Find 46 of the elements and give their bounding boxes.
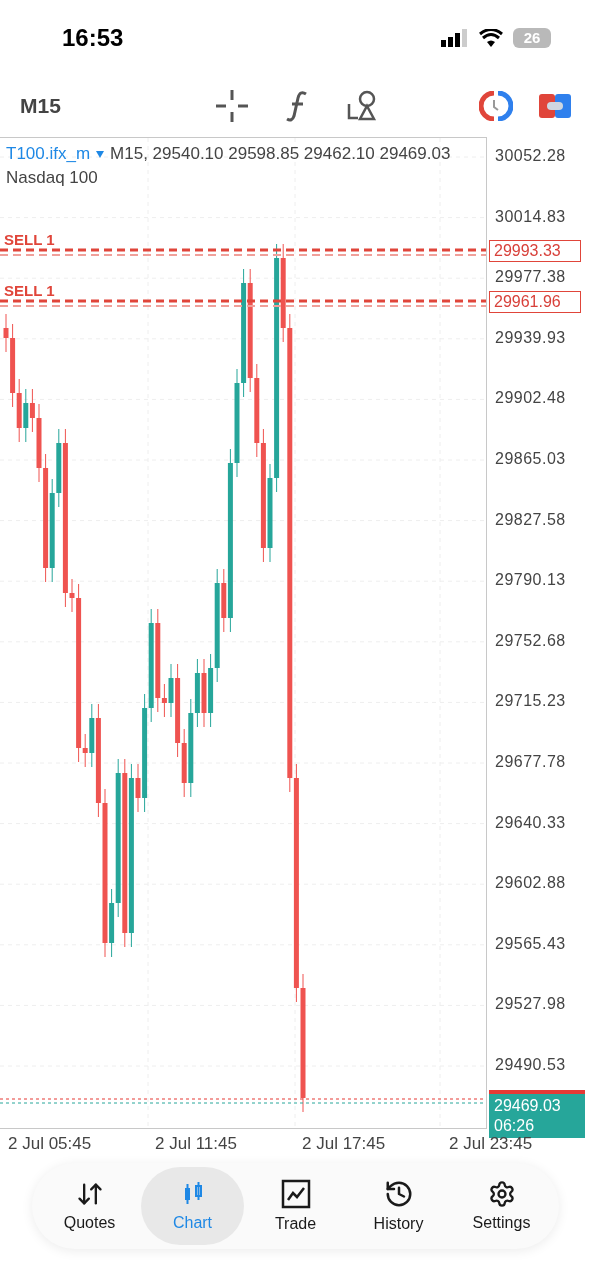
signal-icon — [441, 28, 469, 47]
price-tick: 29939.93 — [495, 328, 566, 347]
time-label: 2 Jul 23:45 — [449, 1134, 533, 1154]
price-tick: 29865.03 — [495, 450, 566, 468]
bar-countdown: 06:26 — [494, 1115, 536, 1136]
line-chart-icon — [280, 1179, 311, 1209]
status-time: 16:53 — [62, 23, 124, 52]
price-tick: 29827.58 — [495, 510, 566, 529]
time-label: 2 Jul 05:45 — [8, 1134, 92, 1154]
current-price: 29469.03 — [494, 1095, 562, 1116]
battery-level: 26 — [513, 27, 551, 48]
price-tick: 30014.83 — [495, 207, 566, 226]
nav-tab[interactable]: Trade — [244, 1167, 347, 1245]
price-tick: 29602.88 — [495, 874, 566, 893]
price-tick: 29977.38 — [495, 268, 566, 287]
settings-icon — [487, 1180, 516, 1208]
time-label: 2 Jul 17:45 — [302, 1134, 386, 1154]
price-tick: 29752.68 — [495, 631, 566, 650]
nav-tab[interactable]: Settings — [450, 1167, 553, 1245]
shapes-icon[interactable] — [346, 90, 378, 122]
price-tick: 29677.78 — [495, 753, 566, 771]
nav-tab[interactable]: Quotes — [38, 1167, 141, 1245]
price-tick: 29490.53 — [495, 1056, 566, 1074]
price-tick: 29790.13 — [495, 571, 566, 590]
price-tick: 29715.23 — [495, 692, 566, 711]
time-label: 2 Jul 11:45 — [155, 1134, 237, 1154]
price-tick: 29902.48 — [495, 389, 566, 408]
order-price-tag: 29961.96 — [489, 291, 581, 314]
crosshair-icon[interactable] — [216, 90, 248, 122]
clock-icon[interactable] — [479, 91, 513, 121]
ohlc-info: M15, 29540.10 29598.85 29462.10 29469.03 — [110, 144, 451, 164]
dropdown-caret-icon[interactable] — [96, 150, 105, 158]
symbol-description: Nasdaq 100 — [6, 168, 99, 188]
nav-tab[interactable]: History — [347, 1167, 450, 1245]
order-label: SELL 1 — [4, 282, 55, 300]
wifi-icon — [479, 28, 503, 47]
order-price-tag: 29993.33 — [489, 240, 581, 263]
price-tick: 29640.33 — [495, 813, 566, 832]
function-icon[interactable] — [286, 90, 308, 122]
symbol-name[interactable]: T100.ifx_m — [6, 144, 91, 164]
timeframe-label[interactable]: M15 — [20, 94, 216, 118]
price-tick: 29565.43 — [495, 934, 566, 953]
price-tick: 29527.98 — [495, 995, 566, 1014]
price-tick: 30052.28 — [495, 147, 566, 165]
order-label: SELL 1 — [4, 231, 55, 249]
toggle-icon[interactable] — [539, 94, 571, 118]
